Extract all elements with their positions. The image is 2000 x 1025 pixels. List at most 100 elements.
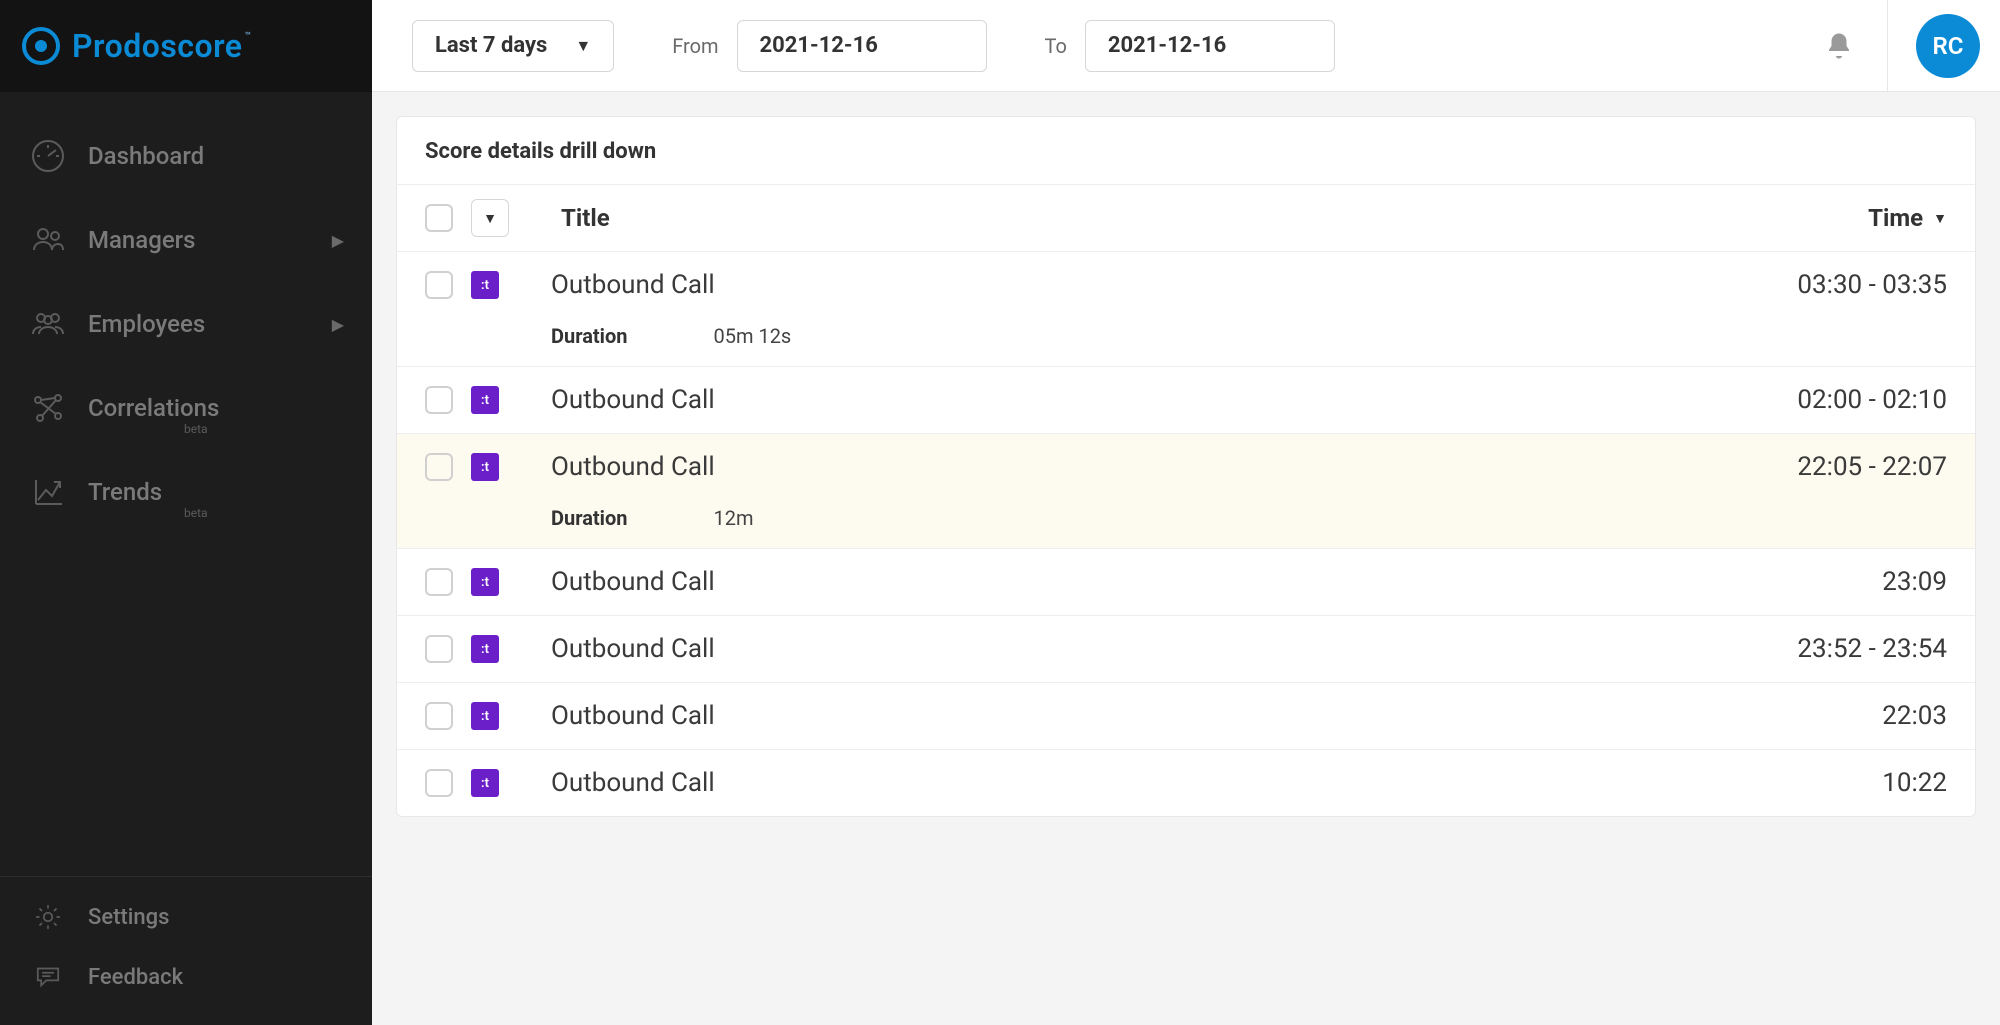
date-range-label: Last 7 days: [435, 33, 547, 58]
notifications-button[interactable]: [1819, 26, 1859, 66]
row-checkbox[interactable]: [425, 568, 453, 596]
chart-icon: [28, 472, 68, 512]
bell-icon: [1824, 31, 1854, 61]
source-badge-icon: :t: [471, 702, 499, 730]
source-badge-icon: :t: [471, 271, 499, 299]
row-checkbox[interactable]: [425, 386, 453, 414]
select-all-checkbox[interactable]: [425, 204, 453, 232]
duration-label: Duration: [551, 324, 627, 348]
sidebar-item-settings[interactable]: Settings: [0, 887, 372, 947]
chevron-down-icon: ▼: [575, 36, 591, 56]
score-details-panel: Score details drill down ▼ Title Time ▼ …: [396, 116, 1976, 817]
sort-desc-icon: ▼: [1933, 210, 1947, 227]
row-time: 23:52 - 23:54: [1797, 634, 1947, 664]
chevron-right-icon: ▶: [332, 231, 344, 250]
chevron-right-icon: ▶: [332, 315, 344, 334]
row-title: Outbound Call: [551, 452, 715, 482]
topbar: Last 7 days ▼ From 2021-12-16 To 2021-12…: [372, 0, 2000, 92]
table-body: :t Outbound Call 03:30 - 03:35 Duration 05m …: [397, 252, 1975, 816]
expand-all-toggle[interactable]: ▼: [471, 199, 509, 237]
brand[interactable]: Prodoscore™: [0, 0, 372, 92]
row-time: 10:22: [1882, 768, 1947, 798]
sidebar-item-label: Settings: [88, 905, 169, 930]
row-checkbox[interactable]: [425, 453, 453, 481]
brand-logo-icon: [22, 27, 60, 65]
sidebar-item-label: Feedback: [88, 965, 183, 990]
row-time: 22:03: [1882, 701, 1947, 731]
to-date-group: To 2021-12-16: [1045, 20, 1335, 72]
source-badge-icon: :t: [471, 769, 499, 797]
sidebar-item-label: Managers: [88, 226, 196, 254]
row-detail: Duration 12m: [425, 506, 1947, 530]
row-main: :t Outbound Call 10:22: [425, 768, 1947, 798]
row-detail: Duration 05m 12s: [425, 324, 1947, 348]
main: Last 7 days ▼ From 2021-12-16 To 2021-12…: [372, 0, 2000, 1025]
sidebar-item-correlations[interactable]: Correlations beta: [0, 366, 372, 450]
sidebar-item-employees[interactable]: Employees ▶: [0, 282, 372, 366]
sidebar-item-dashboard[interactable]: Dashboard: [0, 114, 372, 198]
row-main: :t Outbound Call 23:52 - 23:54: [425, 634, 1947, 664]
row-main: :t Outbound Call 03:30 - 03:35: [425, 270, 1947, 300]
row-main: :tOutbound Call22:03: [425, 701, 1947, 731]
to-label: To: [1045, 34, 1067, 58]
date-range-select[interactable]: Last 7 days ▼: [412, 20, 614, 72]
sidebar-item-managers[interactable]: Managers ▶: [0, 198, 372, 282]
sidebar: Prodoscore™ Dashboard Managers ▶ Em: [0, 0, 372, 1025]
from-date-input[interactable]: 2021-12-16: [737, 20, 987, 72]
row-time: 22:05 - 22:07: [1797, 452, 1947, 482]
avatar-initials: RC: [1933, 32, 1964, 60]
from-date-group: From 2021-12-16: [672, 20, 986, 72]
source-badge-icon: :t: [471, 453, 499, 481]
to-date-value: 2021-12-16: [1108, 33, 1226, 58]
table-row[interactable]: :tOutbound Call02:00 - 02:10: [397, 367, 1975, 434]
table-row[interactable]: :t Outbound Call 22:05 - 22:07 Duration 12m: [397, 434, 1975, 549]
network-icon: [28, 388, 68, 428]
row-checkbox[interactable]: [425, 769, 453, 797]
duration-value: 12m: [713, 506, 753, 530]
to-date-input[interactable]: 2021-12-16: [1085, 20, 1335, 72]
sidebar-item-label: Correlations: [88, 394, 219, 422]
row-main: :tOutbound Call02:00 - 02:10: [425, 385, 1947, 415]
secondary-nav: Settings Feedback: [0, 876, 372, 1025]
row-main: :t Outbound Call 22:05 - 22:07: [425, 452, 1947, 482]
table-row[interactable]: :t Outbound Call 10:22: [397, 750, 1975, 816]
primary-nav: Dashboard Managers ▶ Employees ▶: [0, 92, 372, 876]
column-time[interactable]: Time ▼: [1868, 204, 1947, 232]
group-icon: [28, 304, 68, 344]
row-time: 23:09: [1882, 567, 1947, 597]
chat-icon: [28, 957, 68, 997]
sidebar-item-feedback[interactable]: Feedback: [0, 947, 372, 1007]
table-row[interactable]: :t Outbound Call 03:30 - 03:35 Duration 05m …: [397, 252, 1975, 367]
row-checkbox[interactable]: [425, 702, 453, 730]
row-main: :tOutbound Call23:09: [425, 567, 1947, 597]
gauge-icon: [28, 136, 68, 176]
column-title[interactable]: Title: [561, 204, 610, 232]
row-title: Outbound Call: [551, 567, 715, 597]
row-title: Outbound Call: [551, 385, 715, 415]
sidebar-item-label: Trends: [88, 478, 162, 506]
duration-label: Duration: [551, 506, 627, 530]
table-row[interactable]: :tOutbound Call22:03: [397, 683, 1975, 750]
avatar[interactable]: RC: [1916, 14, 1980, 78]
table-row[interactable]: :t Outbound Call 23:52 - 23:54: [397, 616, 1975, 683]
sidebar-item-trends[interactable]: Trends beta: [0, 450, 372, 534]
row-title: Outbound Call: [551, 270, 715, 300]
table-row[interactable]: :tOutbound Call23:09: [397, 549, 1975, 616]
sidebar-item-label: Employees: [88, 310, 205, 338]
beta-badge: beta: [184, 506, 208, 520]
content: Score details drill down ▼ Title Time ▼ …: [372, 92, 2000, 1025]
people-icon: [28, 220, 68, 260]
row-title: Outbound Call: [551, 768, 715, 798]
sidebar-item-label: Dashboard: [88, 142, 204, 170]
row-time: 02:00 - 02:10: [1797, 385, 1947, 415]
row-title: Outbound Call: [551, 634, 715, 664]
row-checkbox[interactable]: [425, 635, 453, 663]
row-checkbox[interactable]: [425, 271, 453, 299]
duration-value: 05m 12s: [713, 324, 791, 348]
row-time: 03:30 - 03:35: [1797, 270, 1947, 300]
from-label: From: [672, 34, 718, 58]
divider: [1887, 0, 1888, 92]
brand-text: Prodoscore™: [72, 27, 249, 65]
beta-badge: beta: [184, 422, 208, 436]
source-badge-icon: :t: [471, 635, 499, 663]
